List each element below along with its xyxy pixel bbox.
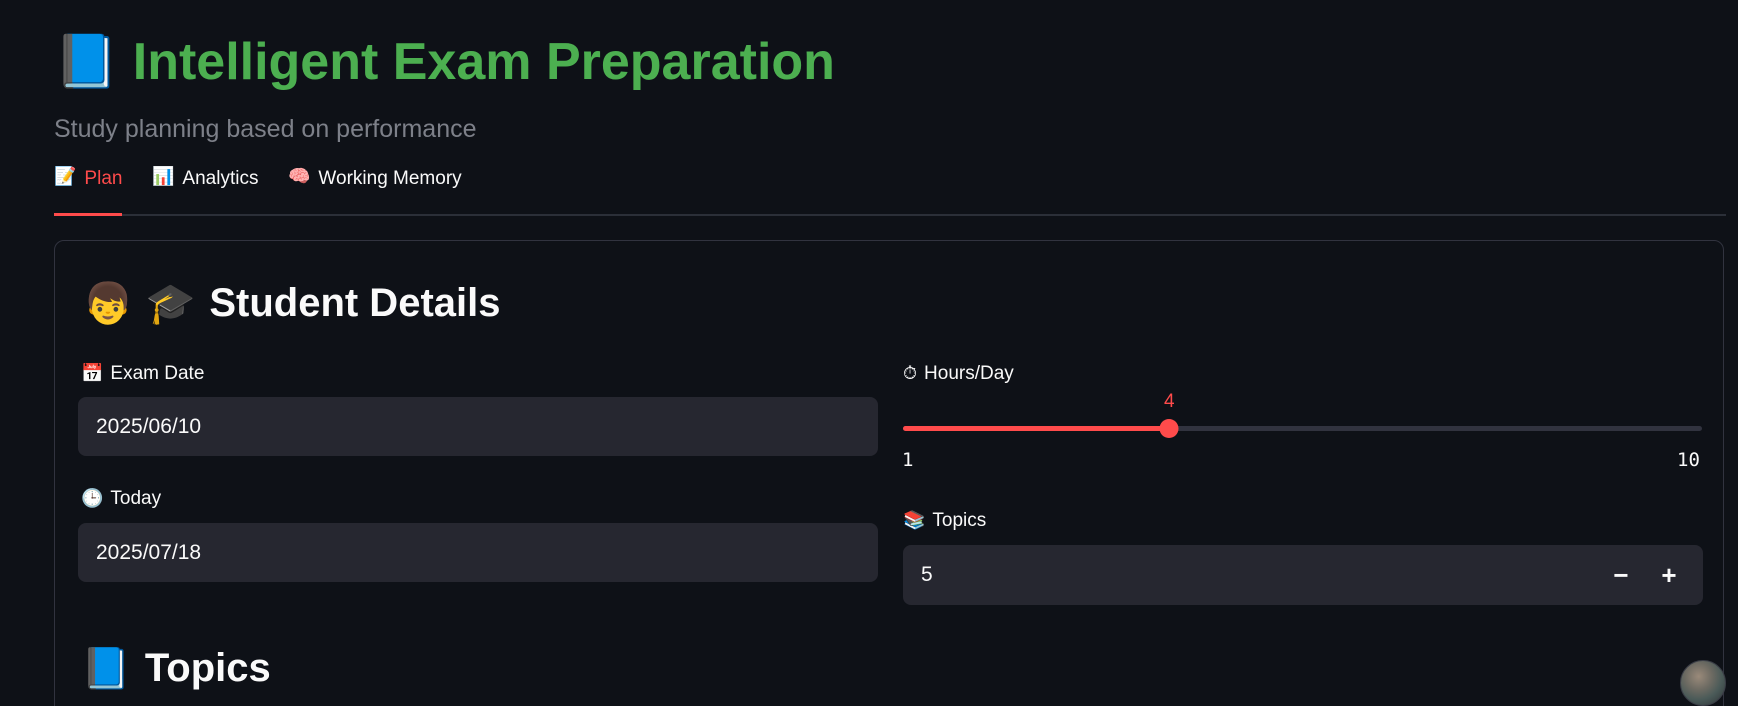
today-input[interactable]: 2025/07/18 <box>78 523 878 582</box>
exam-date-input[interactable]: 2025/06/10 <box>78 397 878 456</box>
exam-date-value: 2025/06/10 <box>96 414 202 438</box>
decrement-button[interactable]: − <box>1601 545 1641 605</box>
student-details-card: 👦 🎓 Student Details 📅 Exam Date 2025/06/… <box>54 240 1724 706</box>
app-root: 📘 Intelligent Exam Preparation Study pla… <box>0 0 1738 706</box>
calendar-icon: 📅 <box>81 363 104 384</box>
topics-label: 📚 Topics <box>903 510 986 532</box>
books-icon: 📚 <box>903 510 926 531</box>
today-value: 2025/07/18 <box>96 540 202 564</box>
hours-per-day-label-text: Hours/Day <box>924 363 1014 384</box>
page-subtitle: Study planning based on performance <box>54 115 477 143</box>
hours-slider-fill <box>903 426 1170 431</box>
hours-slider-thumb[interactable] <box>1159 419 1179 438</box>
exam-date-label-text: Exam Date <box>110 363 205 384</box>
tab-working-memory[interactable]: 🧠 Working Memory <box>288 168 462 214</box>
user-avatar[interactable] <box>1680 660 1726 706</box>
today-label: 🕒 Today <box>81 488 161 510</box>
tab-plan-label: Plan <box>84 168 123 189</box>
hours-slider-track[interactable] <box>903 419 1702 438</box>
topics-heading: 📘 Topics <box>81 646 271 691</box>
tab-plan[interactable]: 📝 Plan <box>54 166 123 216</box>
brain-icon: 🧠 <box>288 166 311 187</box>
student-details-heading: 👦 🎓 Student Details <box>83 281 500 326</box>
page-title: 📘 Intelligent Exam Preparation <box>54 32 835 92</box>
stopwatch-icon: ⏱ <box>903 363 918 384</box>
tab-bar: 📝 Plan 📊 Analytics 🧠 Working Memory <box>54 168 1726 216</box>
slider-current-value: 4 <box>1164 391 1175 412</box>
topics-value: 5 <box>921 563 933 586</box>
student-details-title: Student Details <box>209 281 501 325</box>
student-graduation-icon: 👦 🎓 <box>83 280 196 327</box>
topics-number-input[interactable]: 5 − + <box>903 545 1703 605</box>
topics-label-text: Topics <box>932 510 987 531</box>
today-label-text: Today <box>110 488 162 509</box>
clock-icon: 🕒 <box>81 488 104 509</box>
blue-book-icon: 📘 <box>54 32 119 92</box>
memo-icon: 📝 <box>54 166 77 187</box>
tab-working-memory-label: Working Memory <box>318 168 462 189</box>
slider-max-label: 10 <box>1677 449 1700 471</box>
tab-analytics[interactable]: 📊 Analytics <box>152 168 258 214</box>
page-title-text: Intelligent Exam Preparation <box>132 33 835 91</box>
hours-per-day-label: ⏱ Hours/Day <box>903 363 1014 385</box>
topics-title: Topics <box>144 646 271 690</box>
exam-date-label: 📅 Exam Date <box>81 363 204 385</box>
tab-analytics-label: Analytics <box>182 168 259 189</box>
slider-min-label: 1 <box>902 449 914 471</box>
increment-button[interactable]: + <box>1649 545 1689 605</box>
bar-chart-icon: 📊 <box>152 166 175 187</box>
blue-book-icon: 📘 <box>81 645 131 692</box>
